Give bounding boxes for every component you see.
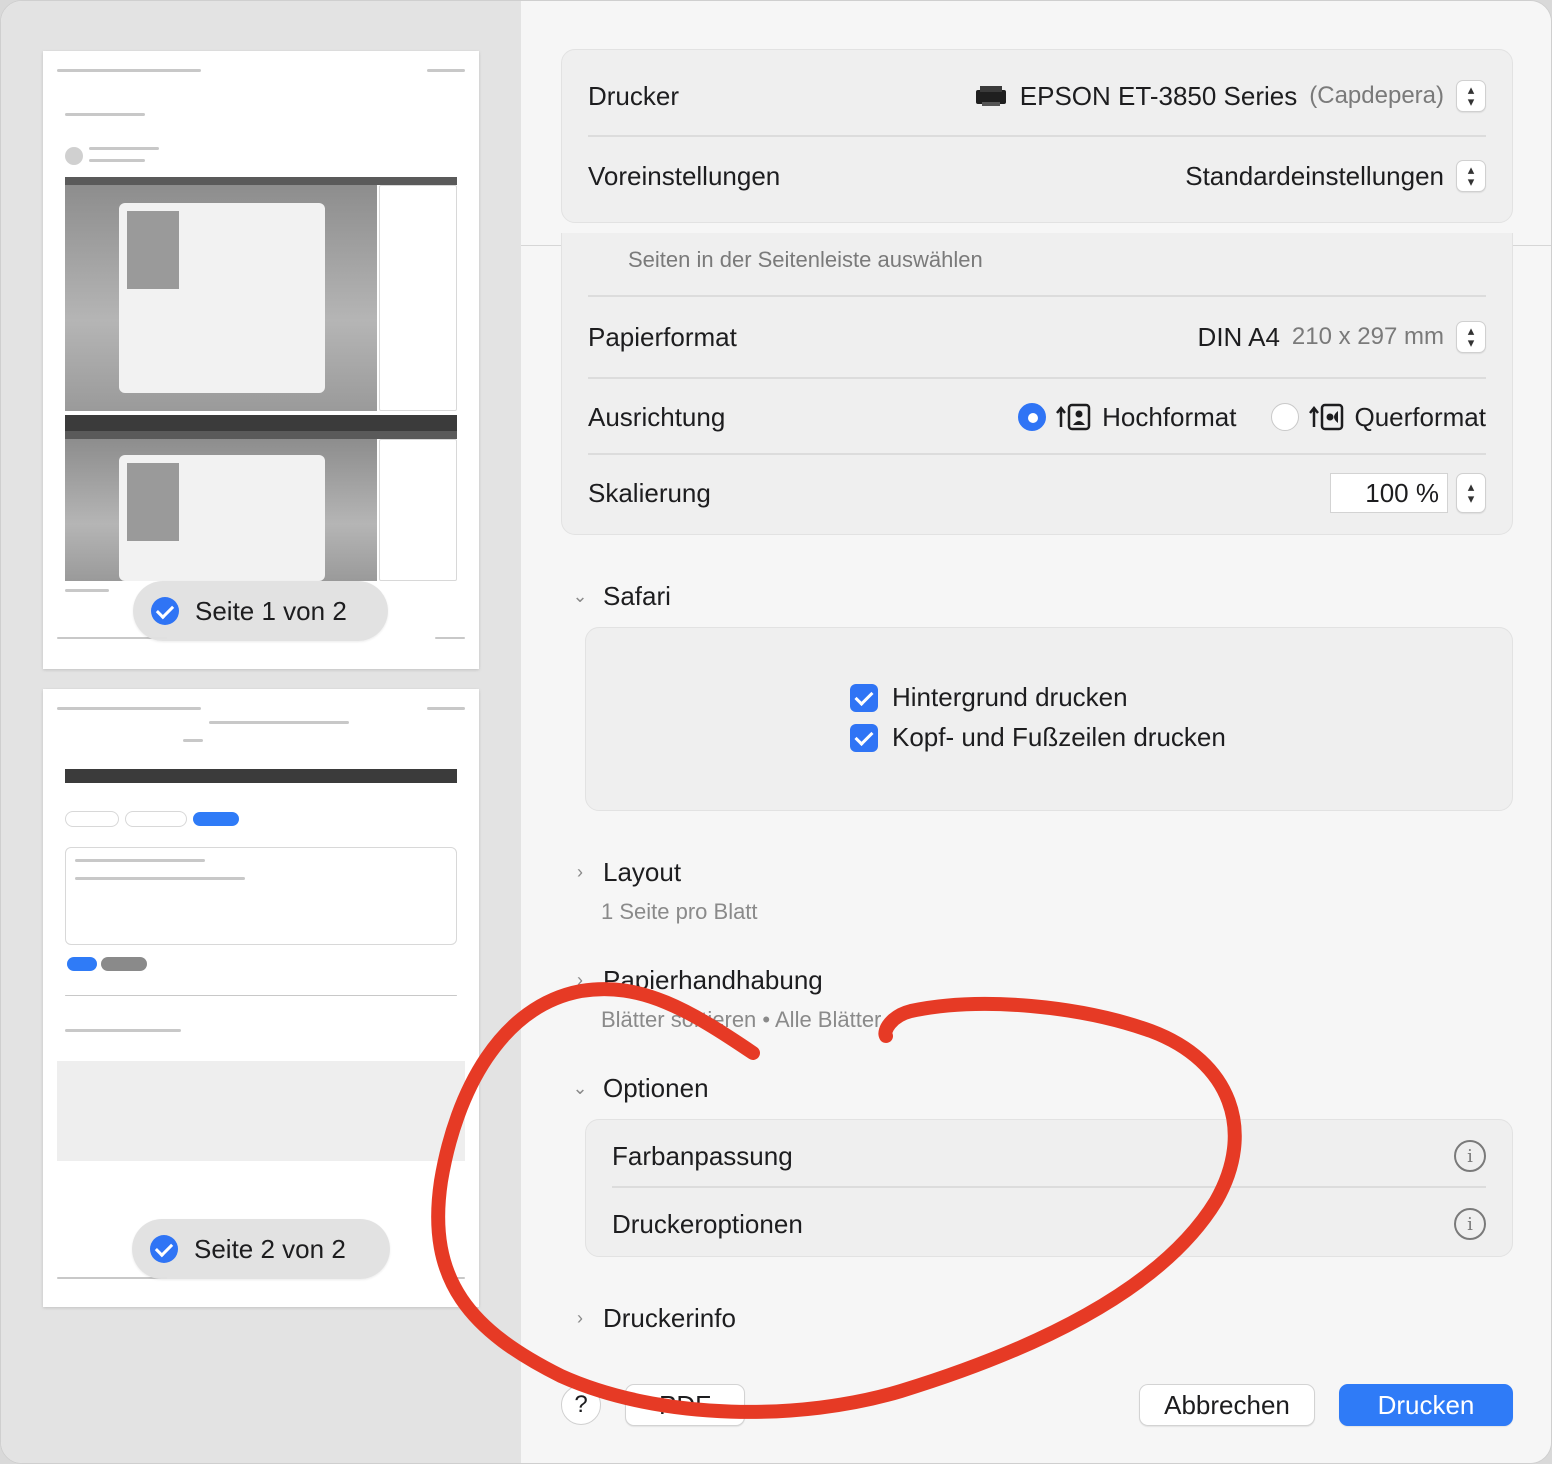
page-setup-box: Seiten in der Seitenleiste auswählen Pap… — [561, 233, 1513, 535]
printer-location: (Capdepera) — [1309, 82, 1444, 109]
headers-footers-option[interactable]: Kopf- und Fußzeilen drucken — [850, 722, 1226, 753]
presets-value: Standardeinstellungen — [1185, 160, 1444, 191]
chevron-updown-icon[interactable]: ▴ ▾ — [1456, 321, 1486, 353]
paper-size-select[interactable]: DIN A4 210 x 297 mm ▴ ▾ — [1198, 321, 1486, 353]
paper-handling-title: Papierhandhabung — [603, 965, 823, 995]
options-title: Optionen — [603, 1073, 709, 1103]
printer-row: Drucker EPSON ET-3850 Series (Capdepera)… — [588, 72, 1486, 120]
printer-name: EPSON ET-3850 Series — [1019, 80, 1298, 111]
printer-settings-box: Drucker EPSON ET-3850 Series (Capdepera)… — [561, 49, 1513, 223]
print-button[interactable]: Drucken — [1339, 1384, 1513, 1426]
chevron-right-icon[interactable]: › — [571, 1308, 589, 1329]
paper-size-label: Papierformat — [588, 321, 737, 352]
layout-summary: 1 Seite pro Blatt — [601, 899, 758, 924]
portrait-label: Hochformat — [1102, 401, 1237, 432]
chevron-updown-icon[interactable]: ▴ ▾ — [1456, 80, 1486, 112]
page-thumbnail-1[interactable] — [43, 51, 479, 669]
checkmark-icon[interactable] — [150, 1235, 178, 1263]
printer-label: Drucker — [588, 80, 680, 111]
page-thumbnail-2[interactable] — [43, 689, 479, 1307]
page-2-label: Seite 2 von 2 — [194, 1233, 346, 1264]
background-print-option[interactable]: Hintergrund drucken — [850, 682, 1128, 713]
paper-size-dimensions: 210 x 297 mm — [1291, 323, 1444, 350]
safari-section-header[interactable]: ⌄ Safari — [571, 581, 671, 612]
paper-size-value: DIN A4 — [1197, 321, 1280, 352]
color-matching-label: Farbanpassung — [612, 1140, 793, 1171]
scaling-input[interactable]: 100 % — [1330, 473, 1448, 513]
landscape-label: Querformat — [1354, 401, 1487, 432]
safari-title: Safari — [603, 581, 671, 611]
landscape-radio[interactable] — [1270, 403, 1299, 431]
scaling-stepper[interactable]: ▴ ▾ — [1456, 473, 1486, 513]
paper-handling-summary: Blätter sortieren • Alle Blätter — [601, 1007, 882, 1032]
orientation-row: Ausrichtung Hochformat Querformat — [588, 393, 1486, 441]
background-print-checkbox[interactable] — [850, 683, 878, 712]
options-section-header[interactable]: ⌄ Optionen — [571, 1073, 709, 1104]
scaling-row: Skalierung 100 % ▴ ▾ — [588, 469, 1486, 517]
pdf-menu-button[interactable]: PDF — [625, 1384, 745, 1426]
cancel-button[interactable]: Abbrechen — [1139, 1384, 1315, 1426]
printer-options-row[interactable]: Druckeroptionen i — [612, 1196, 1486, 1252]
layout-section-header[interactable]: › Layout — [571, 857, 681, 888]
layout-title: Layout — [603, 857, 682, 887]
chevron-right-icon[interactable]: › — [571, 970, 589, 991]
print-dialog: Seite 1 von 2 Seite 2 von 2 Drucker EPSO… — [0, 0, 1552, 1464]
printer-info-section-header[interactable]: › Druckerinfo — [571, 1303, 736, 1334]
printer-info-title: Druckerinfo — [603, 1303, 736, 1333]
chevron-down-icon[interactable]: ⌄ — [571, 1078, 589, 1099]
separator — [588, 453, 1486, 455]
page-1-label: Seite 1 von 2 — [195, 595, 347, 626]
scaling-label: Skalierung — [588, 477, 711, 508]
page-1-badge[interactable]: Seite 1 von 2 — [133, 581, 388, 641]
checkmark-icon[interactable] — [151, 597, 179, 625]
page-2-badge[interactable]: Seite 2 von 2 — [132, 1219, 390, 1279]
headers-footers-checkbox[interactable] — [850, 723, 878, 752]
help-button[interactable]: ? — [561, 1385, 601, 1425]
preview-sidebar[interactable]: Seite 1 von 2 Seite 2 von 2 — [1, 1, 521, 1463]
pages-hint: Seiten in der Seitenleiste auswählen — [628, 247, 983, 272]
portrait-radio[interactable] — [1018, 403, 1047, 431]
chevron-down-icon[interactable]: ⌄ — [571, 586, 589, 607]
presets-row: Voreinstellungen Standardeinstellungen ▴… — [588, 152, 1486, 200]
landscape-orientation-icon — [1308, 403, 1343, 431]
separator — [588, 295, 1486, 297]
options-box: Farbanpassung i Druckeroptionen i — [585, 1119, 1513, 1257]
info-icon[interactable]: i — [1454, 1208, 1486, 1240]
orientation-options: Hochformat Querformat — [1018, 402, 1486, 433]
info-icon[interactable]: i — [1454, 1140, 1486, 1172]
presets-select[interactable]: Standardeinstellungen ▴ ▾ — [1185, 160, 1486, 192]
printer-icon — [975, 86, 1006, 106]
printer-options-label: Druckeroptionen — [612, 1208, 803, 1239]
separator — [612, 1186, 1486, 1188]
settings-panel: Drucker EPSON ET-3850 Series (Capdepera)… — [521, 1, 1551, 1463]
color-matching-row[interactable]: Farbanpassung i — [612, 1128, 1486, 1184]
chevron-updown-icon[interactable]: ▴ ▾ — [1456, 160, 1486, 192]
paper-size-row: Papierformat DIN A4 210 x 297 mm ▴ ▾ — [588, 313, 1486, 361]
orientation-label: Ausrichtung — [588, 401, 726, 432]
presets-label: Voreinstellungen — [588, 160, 781, 191]
headers-footers-label: Kopf- und Fußzeilen drucken — [892, 722, 1226, 752]
safari-options-box: Hintergrund drucken Kopf- und Fußzeilen … — [585, 627, 1513, 811]
portrait-orientation-icon — [1056, 403, 1091, 431]
paper-handling-section-header[interactable]: › Papierhandhabung — [571, 965, 823, 996]
background-print-label: Hintergrund drucken — [892, 682, 1128, 712]
chevron-right-icon[interactable]: › — [571, 862, 589, 883]
separator — [588, 377, 1486, 379]
printer-select[interactable]: EPSON ET-3850 Series (Capdepera) ▴ ▾ — [974, 80, 1486, 112]
pdf-label: PDF — [659, 1389, 711, 1420]
separator — [588, 135, 1486, 137]
